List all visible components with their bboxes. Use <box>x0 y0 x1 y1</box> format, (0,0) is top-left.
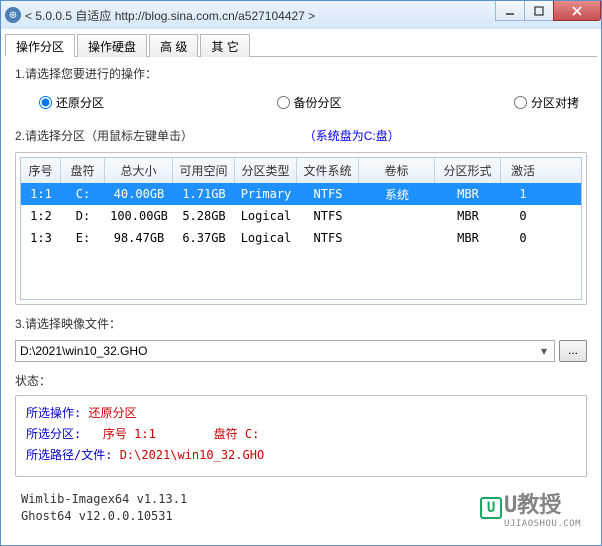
table-cell: 5.28GB <box>173 207 235 225</box>
table-cell: 0 <box>501 207 545 225</box>
table-cell: NTFS <box>297 229 359 247</box>
tab-other[interactable]: 其 它 <box>200 34 249 57</box>
table-cell: MBR <box>435 207 501 225</box>
radio-copy[interactable]: 分区对拷 <box>514 94 579 111</box>
titlebar: ⊕ < 5.0.0.5 自适应 http://blog.sina.com.cn/… <box>1 1 601 29</box>
footer-line2: Ghost64 v12.0.0.10531 <box>21 508 187 525</box>
th-active[interactable]: 激活 <box>501 158 545 183</box>
chevron-down-icon[interactable]: ▾ <box>536 344 552 358</box>
partition-table: 序号 盘符 总大小 可用空间 分区类型 文件系统 卷标 分区形式 激活 1:1C… <box>20 157 582 300</box>
table-cell: 0 <box>501 229 545 247</box>
status-box: 所选操作: 还原分区 所选分区: 序号 1:1 盘符 C: 所选路径/文件: D… <box>15 395 587 477</box>
th-free[interactable]: 可用空间 <box>173 158 235 183</box>
section2-label: 2.请选择分区（用鼠标左键单击） <box>15 129 193 143</box>
close-button[interactable] <box>553 1 601 21</box>
watermark-text: U教授 <box>504 487 581 519</box>
status-path-value: D:\2021\win10_32.GHO <box>120 448 265 462</box>
footer-line1: Wimlib-Imagex64 v1.13.1 <box>21 491 187 508</box>
section3-label: 3.请选择映像文件： <box>15 315 587 332</box>
app-icon: ⊕ <box>5 7 21 23</box>
table-cell: 1:1 <box>21 185 61 203</box>
table-cell: Primary <box>235 185 297 203</box>
operation-radio-group: 还原分区 备份分区 分区对拷 <box>15 88 587 121</box>
table-row[interactable]: 1:2D:100.00GB5.28GBLogicalNTFS MBR0 <box>21 205 581 227</box>
status-part-idx-label: 序号 <box>103 427 127 441</box>
table-cell: Logical <box>235 207 297 225</box>
table-cell: C: <box>61 185 105 203</box>
tab-partition-op[interactable]: 操作分区 <box>5 34 75 57</box>
table-cell: 6.37GB <box>173 229 235 247</box>
status-drive-label: 盘符 <box>214 427 238 441</box>
table-cell: 98.47GB <box>105 229 173 247</box>
maximize-button[interactable] <box>524 1 554 21</box>
image-path-value: D:\2021\win10_32.GHO <box>20 344 147 358</box>
watermark: U U教授 UJIAOSHOU.COM <box>480 487 581 529</box>
table-cell: MBR <box>435 185 501 203</box>
table-cell: 系统 <box>359 184 435 205</box>
radio-backup-input[interactable] <box>277 96 290 109</box>
table-header: 序号 盘符 总大小 可用空间 分区类型 文件系统 卷标 分区形式 激活 <box>21 158 581 183</box>
status-op-label: 所选操作: <box>26 406 81 420</box>
th-drive[interactable]: 盘符 <box>61 158 105 183</box>
table-row[interactable]: 1:3E:98.47GB6.37GBLogicalNTFS MBR0 <box>21 227 581 249</box>
section1-label: 1.请选择您要进行的操作： <box>15 65 587 82</box>
image-path-combo[interactable]: D:\2021\win10_32.GHO ▾ <box>15 340 555 362</box>
status-path-label: 所选路径/文件: <box>26 448 112 462</box>
radio-copy-input[interactable] <box>514 96 527 109</box>
table-empty-area[interactable] <box>21 249 581 299</box>
table-cell: Logical <box>235 229 297 247</box>
table-cell <box>359 236 435 240</box>
table-cell: D: <box>61 207 105 225</box>
th-fs[interactable]: 文件系统 <box>297 158 359 183</box>
radio-restore-input[interactable] <box>39 96 52 109</box>
status-op-value: 还原分区 <box>88 406 136 420</box>
watermark-logo-icon: U <box>480 497 502 519</box>
th-ptype[interactable]: 分区类型 <box>235 158 297 183</box>
table-cell: MBR <box>435 229 501 247</box>
table-cell: 1 <box>501 185 545 203</box>
table-cell: 1:2 <box>21 207 61 225</box>
table-cell: NTFS <box>297 185 359 203</box>
status-part-idx-value: 1:1 <box>134 427 156 441</box>
tab-advanced[interactable]: 高 级 <box>149 34 198 57</box>
status-label: 状态： <box>15 372 587 389</box>
browse-button[interactable]: ... <box>559 340 587 362</box>
th-index[interactable]: 序号 <box>21 158 61 183</box>
radio-restore-label: 还原分区 <box>56 94 104 111</box>
radio-copy-label: 分区对拷 <box>531 94 579 111</box>
section2-note: （系统盘为C:盘） <box>304 129 400 143</box>
radio-backup-label: 备份分区 <box>294 94 342 111</box>
table-cell: 1.71GB <box>173 185 235 203</box>
table-cell: 40.00GB <box>105 185 173 203</box>
radio-backup[interactable]: 备份分区 <box>277 94 342 111</box>
watermark-sub: UJIAOSHOU.COM <box>504 519 581 529</box>
th-label[interactable]: 卷标 <box>359 158 435 183</box>
th-scheme[interactable]: 分区形式 <box>435 158 501 183</box>
window-title: < 5.0.0.5 自适应 http://blog.sina.com.cn/a5… <box>25 7 315 24</box>
status-part-label: 所选分区: <box>26 427 81 441</box>
table-row[interactable]: 1:1C:40.00GB1.71GBPrimaryNTFS系统MBR1 <box>21 183 581 205</box>
table-cell: 1:3 <box>21 229 61 247</box>
minimize-button[interactable] <box>495 1 525 21</box>
status-drive-value: C: <box>245 427 259 441</box>
table-cell: 100.00GB <box>105 207 173 225</box>
tabstrip: 操作分区 操作硬盘 高 级 其 它 <box>5 33 597 57</box>
radio-restore[interactable]: 还原分区 <box>39 94 104 111</box>
th-total[interactable]: 总大小 <box>105 158 173 183</box>
table-cell: E: <box>61 229 105 247</box>
table-cell: NTFS <box>297 207 359 225</box>
tab-disk-op[interactable]: 操作硬盘 <box>77 34 147 57</box>
table-cell <box>359 214 435 218</box>
